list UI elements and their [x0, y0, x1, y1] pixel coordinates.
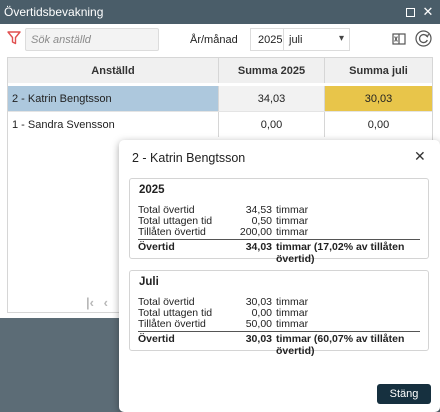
stat-allowed-overtime: Tillåten övertid 50,00 timmar: [138, 318, 309, 330]
refresh-icon[interactable]: [415, 30, 432, 47]
cell-employee: 2 - Katrin Bengtsson: [8, 86, 218, 111]
month-summary-panel: Juli Total övertid 30,03 timmar Total ut…: [129, 270, 429, 357]
table-row[interactable]: 2 - Katrin Bengtsson 34,03 30,03: [8, 86, 432, 111]
cell-sum-month: 30,03: [324, 86, 432, 111]
cell-sum-month: 0,00: [324, 112, 432, 137]
table-row[interactable]: 1 - Sandra Svensson 0,00 0,00: [8, 111, 432, 137]
pager: |‹ ‹: [86, 295, 114, 310]
stat-overtime-total: Övertid 34,03 timmar (17,02% av tillåten…: [138, 239, 420, 265]
cell-employee: 1 - Sandra Svensson: [12, 118, 115, 131]
year-month-label: År/månad: [190, 34, 238, 46]
column-header-employee[interactable]: Anställd: [8, 58, 218, 83]
search-input[interactable]: [25, 28, 159, 51]
month-value: juli: [289, 34, 303, 46]
year-field[interactable]: 2025: [250, 28, 284, 51]
filter-icon[interactable]: [7, 31, 21, 45]
close-window-icon[interactable]: ✕: [420, 4, 436, 20]
first-page-icon[interactable]: |‹: [86, 295, 94, 310]
cell-sum-year: 34,03: [218, 86, 324, 111]
close-button[interactable]: Stäng: [377, 384, 431, 404]
year-summary-panel: 2025 Total övertid 34,53 timmar Total ut…: [129, 178, 429, 265]
year-panel-heading: 2025: [139, 184, 165, 196]
column-header-sum-month[interactable]: Summa juli: [324, 58, 432, 83]
dialog-title: 2 - Katrin Bengtsson: [132, 151, 246, 165]
previous-page-icon[interactable]: ‹: [104, 295, 108, 310]
toolbar: År/månad 2025 juli ▾: [0, 24, 440, 56]
month-select[interactable]: juli ▾: [283, 28, 350, 51]
restore-window-icon[interactable]: [402, 4, 418, 20]
close-icon[interactable]: ✕: [414, 148, 426, 165]
excel-export-icon[interactable]: [392, 32, 406, 46]
table-header: Anställd Summa 2025 Summa juli: [8, 58, 432, 83]
stat-overtime-total: Övertid 30,03 timmar (60,07% av tillåten…: [138, 331, 420, 357]
chevron-down-icon: ▾: [338, 33, 344, 44]
window-titlebar: Övertidsbevakning ✕: [0, 0, 440, 24]
stat-allowed-overtime: Tillåten övertid 200,00 timmar: [138, 226, 309, 238]
column-header-sum-year[interactable]: Summa 2025: [218, 58, 324, 83]
cell-sum-year: 0,00: [218, 112, 324, 137]
window-title: Övertidsbevakning: [4, 5, 104, 19]
month-panel-heading: Juli: [139, 276, 159, 288]
overtime-detail-dialog: 2 - Katrin Bengtsson ✕ 2025 Total överti…: [119, 140, 440, 412]
